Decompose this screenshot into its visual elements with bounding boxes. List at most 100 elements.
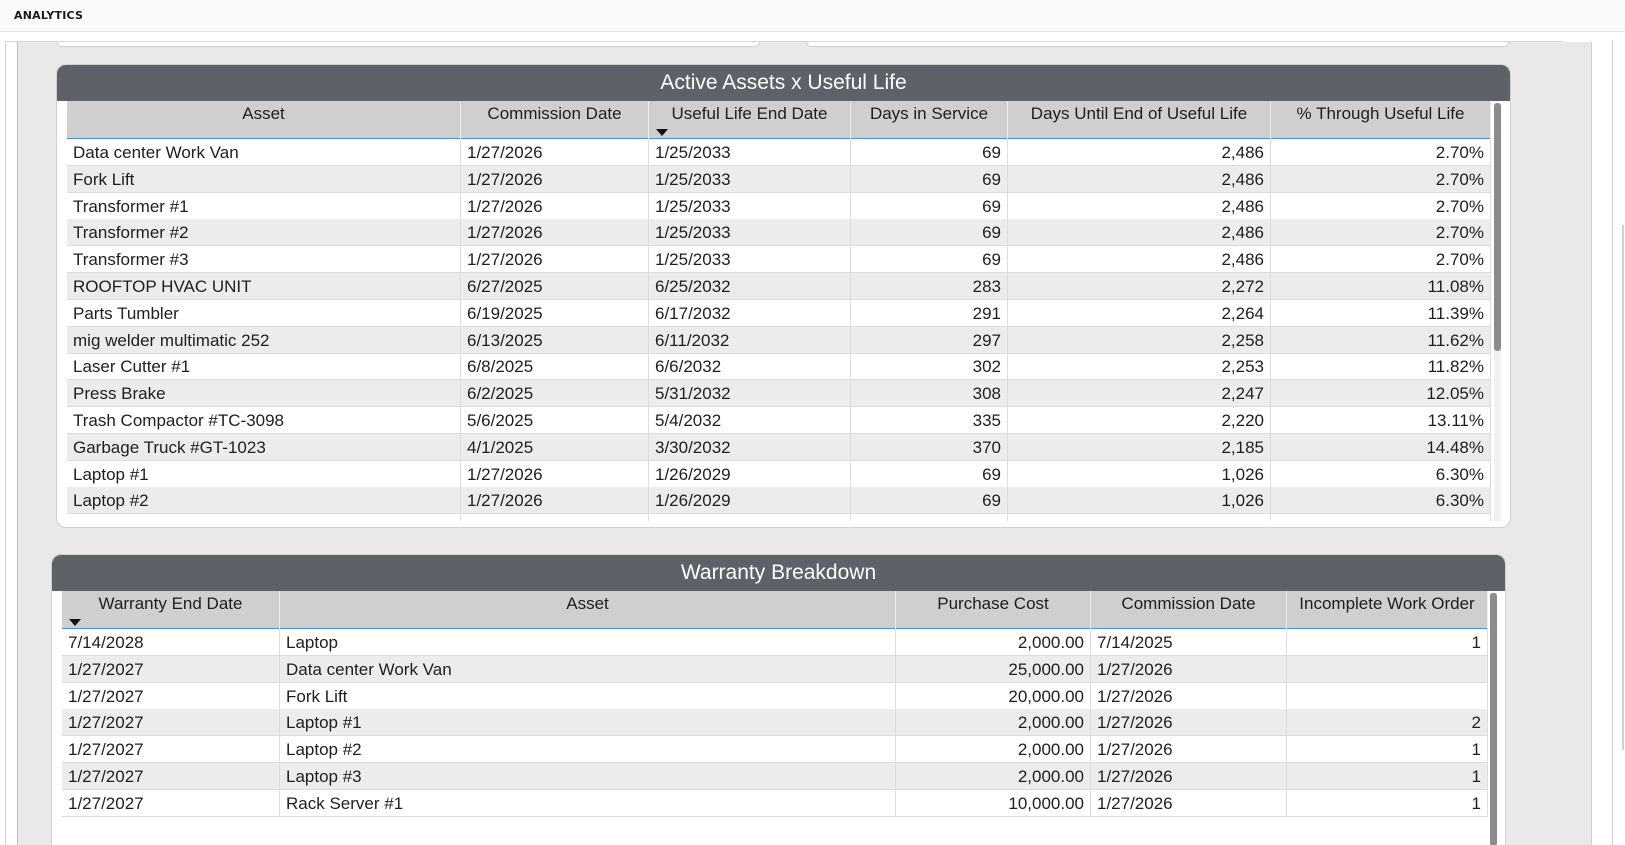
table-cell: 1/25/2033 <box>649 139 851 166</box>
table-cell: 5/4/2032 <box>649 407 851 434</box>
table-cell: 1/27/2026 <box>1091 682 1287 710</box>
table-row[interactable]: Laptop #1 1/27/2026 1/26/2029 69 1,026 6.30% <box>67 460 1491 488</box>
table-row[interactable]: ROOFTOP HVAC UNIT 6/27/2025 6/25/2032 283 2,… <box>67 273 1491 300</box>
table-cell: 2,486 <box>1008 192 1271 220</box>
col-header-asset[interactable]: Asset <box>67 101 461 139</box>
table-row[interactable]: Transformer #1 1/27/2026 1/25/2033 69 2,486 2… <box>67 192 1491 220</box>
table-row[interactable]: Garbage Truck #GT-1023 4/1/2025 3/30/2032 3… <box>67 433 1491 461</box>
table-row[interactable]: 1/27/2027 Rack Server #1 10,000.00 1/27/202… <box>62 789 1488 817</box>
table-cell: 1/27/2026 <box>461 460 649 488</box>
table-cell: 1/27/2027 <box>62 789 280 817</box>
table-cell: 2 <box>1287 709 1488 737</box>
table-row[interactable]: 1/27/2027 Laptop #1 2,000.00 1/27/2026 2 <box>62 709 1488 737</box>
table-cell: 1 <box>1287 629 1488 656</box>
table-cell: 6/27/2025 <box>461 273 649 300</box>
assets-table: Asset Commission Date Useful Life End Da… <box>67 101 1491 521</box>
table-cell: 6.30% <box>1271 487 1491 515</box>
col-header-purchase-cost[interactable]: Purchase Cost <box>896 591 1091 629</box>
table-row[interactable]: mig welder multimatic 252 6/13/2025 6/11/2… <box>67 326 1491 354</box>
table-cell: 2,486 <box>1008 219 1271 247</box>
warranty-breakdown-card: Warranty Breakdown Warranty End Date Ass… <box>51 554 1506 845</box>
col-header-asset[interactable]: Asset <box>280 591 896 629</box>
table-cell: 1 <box>1287 789 1488 817</box>
col-header-useful-life-end-date[interactable]: Useful Life End Date <box>649 101 851 139</box>
warranty-table-scroll-thumb[interactable] <box>1490 593 1497 845</box>
table-cell: 10,000.00 <box>896 789 1091 817</box>
table-cell: 11.08% <box>1271 273 1491 300</box>
table-row[interactable]: 7/14/2028 Laptop 2,000.00 7/14/2025 1 <box>62 629 1488 656</box>
col-header-percent-through[interactable]: % Through Useful Life <box>1271 101 1491 139</box>
table-cell: 11.62% <box>1271 326 1491 354</box>
table-cell: 370 <box>851 433 1008 461</box>
table-cell: 2,000.00 <box>896 763 1091 790</box>
assets-table-scroll-thumb[interactable] <box>1494 103 1501 351</box>
sort-descending-icon[interactable] <box>656 129 668 136</box>
table-cell: 2,000.00 <box>896 709 1091 737</box>
table-row[interactable]: Laptop #2 1/27/2026 1/26/2029 69 1,026 6.30% <box>67 487 1491 515</box>
table-cell: mig welder multimatic 252 <box>67 326 461 354</box>
table-cell: Laser Cutter #1 <box>67 353 461 381</box>
col-header-warranty-end-date[interactable]: Warranty End Date <box>62 591 280 629</box>
col-header-commission-date[interactable]: Commission Date <box>1091 591 1287 629</box>
table-cell: Laptop #2 <box>67 487 461 515</box>
table-cell: 2,000.00 <box>896 736 1091 764</box>
table-row[interactable]: Trash Compactor #TC-3098 5/6/2025 5/4/2032… <box>67 407 1491 434</box>
warranty-table-scrollbar[interactable] <box>1490 593 1497 845</box>
table-cell: 2,264 <box>1008 299 1271 327</box>
table-cell: 2,486 <box>1008 139 1271 166</box>
warranty-table-header: Warranty End Date Asset Purchase Cost Co… <box>62 591 1488 629</box>
table-row[interactable]: Data center Work Van 1/27/2026 1/25/2033 69… <box>67 139 1491 166</box>
table-cell: 2.70% <box>1271 192 1491 220</box>
table-row[interactable]: 1/27/2027 Laptop #2 2,000.00 1/27/2026 1 <box>62 736 1488 764</box>
table-cell: 1,026 <box>1008 514 1271 521</box>
col-header-days-until-end[interactable]: Days Until End of Useful Life <box>1008 101 1271 139</box>
warranty-table: Warranty End Date Asset Purchase Cost Co… <box>62 591 1488 845</box>
table-row[interactable]: 1/27/2027 Fork Lift 20,000.00 1/27/2026 <box>62 682 1488 710</box>
table-cell: 2,486 <box>1008 165 1271 193</box>
page-title: ANALYTICS <box>14 9 84 22</box>
table-cell: 69 <box>851 165 1008 193</box>
col-header-days-in-service[interactable]: Days in Service <box>851 101 1008 139</box>
col-header-commission-date[interactable]: Commission Date <box>461 101 649 139</box>
table-cell: 2.70% <box>1271 139 1491 166</box>
table-cell: Trash Compactor #TC-3098 <box>67 407 461 434</box>
table-cell: Laptop #2 <box>280 736 896 764</box>
table-cell: 69 <box>851 219 1008 247</box>
table-cell: 6/17/2032 <box>649 299 851 327</box>
table-cell: Rack Server #1 <box>280 789 896 817</box>
table-cell: 297 <box>851 326 1008 354</box>
col-header-warranty-end-date-label: Warranty End Date <box>98 594 243 613</box>
top-bar: ANALYTICS <box>0 0 1625 32</box>
sort-descending-icon[interactable] <box>69 619 81 626</box>
table-row[interactable]: Fork Lift 1/27/2026 1/25/2033 69 2,486 2.70% <box>67 165 1491 193</box>
warranty-card-title: Warranty Breakdown <box>52 555 1505 591</box>
table-row[interactable]: 1/27/2027 Laptop #3 2,000.00 1/27/2026 1 <box>62 763 1488 790</box>
page-scrollbar[interactable] <box>1622 225 1624 750</box>
table-cell: 1,026 <box>1008 460 1271 488</box>
table-cell: 2,253 <box>1008 353 1271 381</box>
table-cell: 2,185 <box>1008 433 1271 461</box>
table-cell: 2.70% <box>1271 165 1491 193</box>
table-row[interactable]: Press Brake 6/2/2025 5/31/2032 308 2,247 12.0… <box>67 380 1491 408</box>
table-cell: 1/25/2033 <box>649 219 851 247</box>
table-cell: 1/27/2027 <box>62 655 280 683</box>
table-cell: 25,000.00 <box>896 655 1091 683</box>
table-cell: ROOFTOP HVAC UNIT <box>67 273 461 300</box>
table-row[interactable]: Laptop #31/27/20261/26/2029691,0266.30% <box>67 514 1491 521</box>
col-header-useful-life-end-date-label: Useful Life End Date <box>671 104 828 123</box>
table-row[interactable]: Laser Cutter #1 6/8/2025 6/6/2032 302 2,253 1… <box>67 353 1491 381</box>
table-row[interactable]: 1/27/2027 Data center Work Van 25,000.00 1/… <box>62 655 1488 683</box>
table-cell: 283 <box>851 273 1008 300</box>
table-row[interactable]: Transformer #3 1/27/2026 1/25/2033 69 2,486 2… <box>67 246 1491 274</box>
table-cell: 6/8/2025 <box>461 353 649 381</box>
col-header-incomplete-work-order[interactable]: Incomplete Work Order <box>1287 591 1488 629</box>
table-row[interactable]: Transformer #2 1/27/2026 1/25/2033 69 2,486 2… <box>67 219 1491 247</box>
table-cell: Data center Work Van <box>67 139 461 166</box>
table-cell: 1 <box>1287 763 1488 790</box>
table-cell: 1/27/2026 <box>1091 789 1287 817</box>
table-cell: 7/14/2028 <box>62 629 280 656</box>
table-cell: 12.05% <box>1271 380 1491 408</box>
table-cell: 1/27/2026 <box>1091 763 1287 790</box>
table-row[interactable]: Parts Tumbler 6/19/2025 6/17/2032 291 2,264 1… <box>67 299 1491 327</box>
assets-table-scrollbar[interactable] <box>1494 103 1501 521</box>
